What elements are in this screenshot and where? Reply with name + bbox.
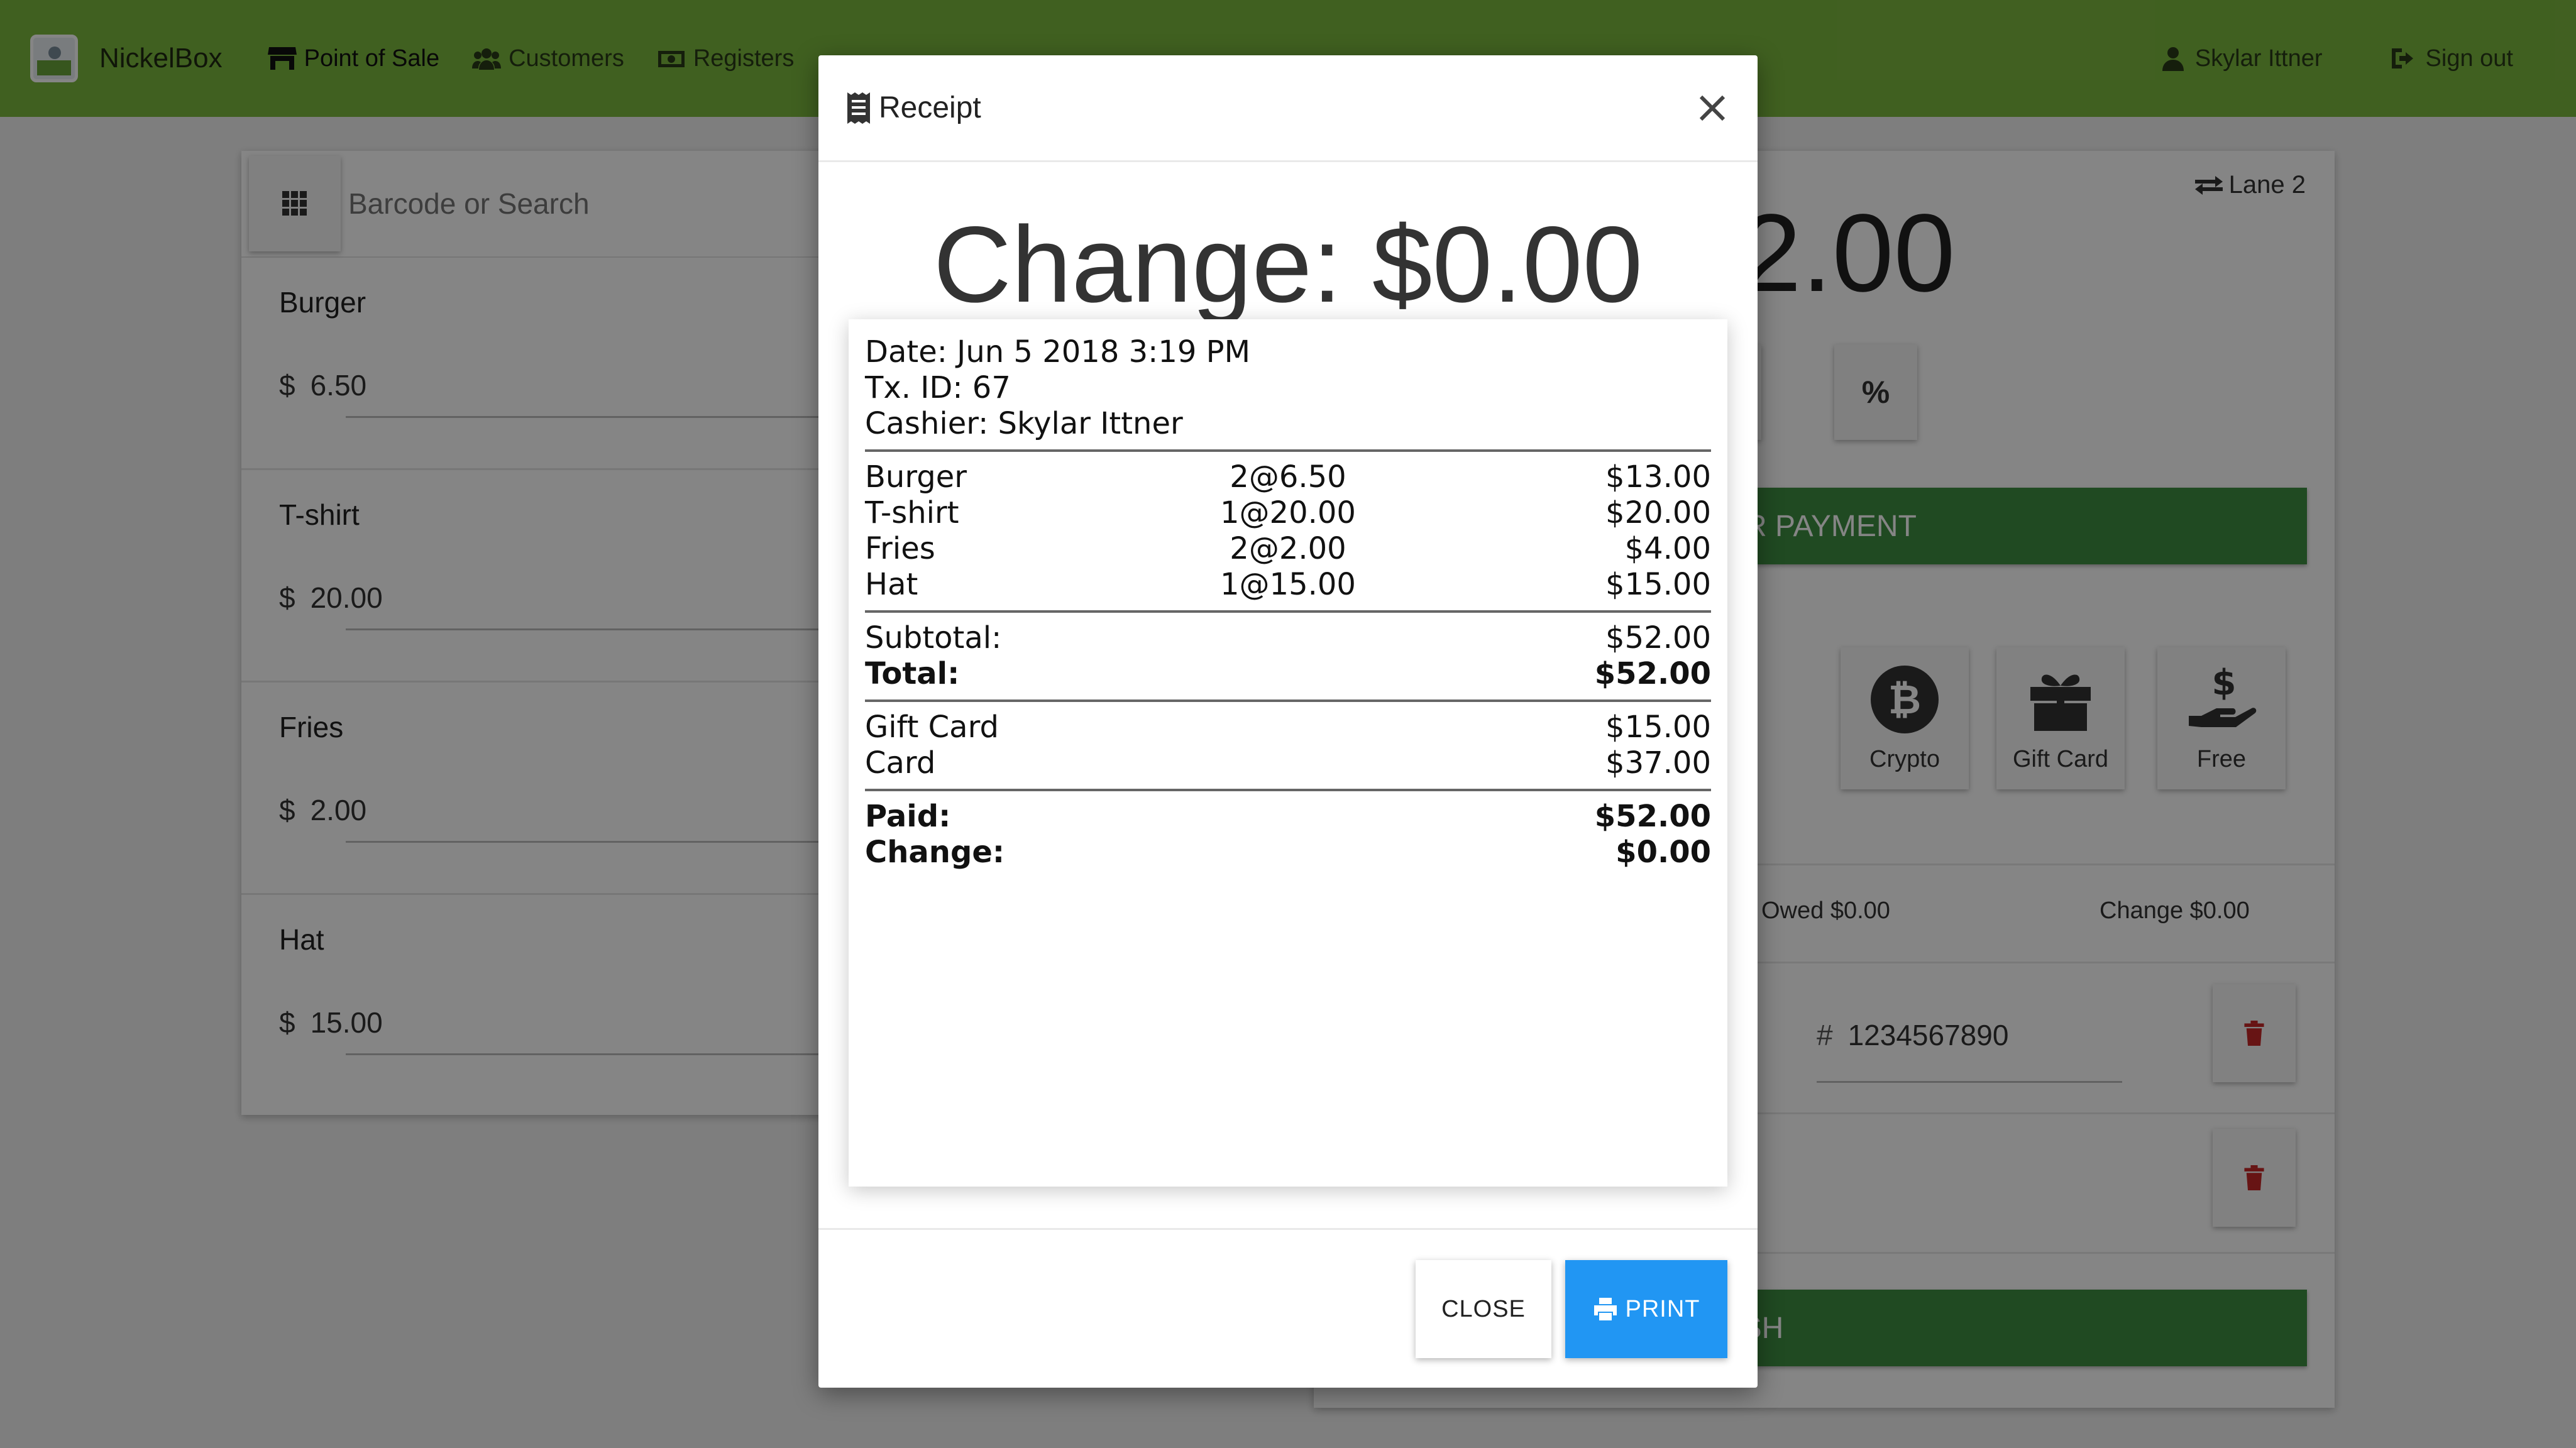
receipt-line-qty: 1@20.00 bbox=[1220, 495, 1356, 530]
receipt-line-item: Hat bbox=[865, 567, 918, 602]
receipt-modal: Receipt Change: $0.00 Date: Jun 5 2018 3… bbox=[818, 55, 1758, 1388]
receipt-line-amount: $4.00 bbox=[1624, 531, 1711, 566]
print-button[interactable]: PRINT bbox=[1565, 1260, 1727, 1358]
paid-value: $52.00 bbox=[1594, 799, 1711, 834]
payment-amount: $37.00 bbox=[1605, 745, 1711, 781]
subtotal-value: $52.00 bbox=[1605, 620, 1711, 655]
receipt-divider bbox=[865, 789, 1711, 791]
receipt-line-qty: 1@15.00 bbox=[1220, 567, 1356, 602]
modal-title-label: Receipt bbox=[879, 91, 981, 124]
modal-footer: CLOSE PRINT bbox=[818, 1228, 1758, 1388]
receipt-divider bbox=[865, 449, 1711, 452]
receipt-paid: Paid: $52.00 bbox=[865, 799, 1711, 835]
receipt-line: T-shirt 1@20.00 $20.00 bbox=[865, 495, 1711, 531]
receipt-payment: Gift Card $15.00 bbox=[865, 710, 1711, 745]
modal-title: Receipt bbox=[846, 90, 981, 125]
close-icon[interactable] bbox=[1695, 90, 1730, 126]
receipt-line-qty: 2@6.50 bbox=[1230, 459, 1346, 495]
subtotal-label: Subtotal: bbox=[865, 620, 1002, 655]
payment-amount: $15.00 bbox=[1605, 710, 1711, 745]
receipt-tx-id: Tx. ID: 67 bbox=[865, 370, 1011, 405]
total-value: $52.00 bbox=[1594, 656, 1711, 691]
receipt-icon bbox=[847, 92, 870, 124]
receipt-line-amount: $13.00 bbox=[1605, 459, 1711, 495]
receipt-line: Hat 1@15.00 $15.00 bbox=[865, 567, 1711, 603]
receipt-line-item: Burger bbox=[865, 459, 967, 495]
receipt-line: Fries 2@2.00 $4.00 bbox=[865, 531, 1711, 567]
receipt-subtotal: Subtotal: $52.00 bbox=[865, 620, 1711, 656]
receipt-total: Total: $52.00 bbox=[865, 656, 1711, 692]
receipt-line-amount: $15.00 bbox=[1605, 567, 1711, 602]
payment-method: Card bbox=[865, 745, 936, 781]
receipt-line-item: Fries bbox=[865, 531, 935, 566]
printer-icon bbox=[1593, 1298, 1617, 1320]
change-headline: Change: $0.00 bbox=[933, 204, 1643, 325]
paid-label: Paid: bbox=[865, 799, 951, 834]
change-label: Change: bbox=[865, 835, 1005, 870]
receipt-line: Burger 2@6.50 $13.00 bbox=[865, 459, 1711, 495]
receipt-date: Date: Jun 5 2018 3:19 PM bbox=[865, 334, 1251, 370]
receipt-change: Change: $0.00 bbox=[865, 835, 1711, 870]
receipt-payment: Card $37.00 bbox=[865, 745, 1711, 781]
receipt-line-item: T-shirt bbox=[865, 495, 959, 530]
payment-method: Gift Card bbox=[865, 710, 999, 745]
close-button[interactable]: CLOSE bbox=[1416, 1260, 1551, 1358]
receipt-divider bbox=[865, 610, 1711, 613]
receipt-divider bbox=[865, 699, 1711, 702]
change-value: $0.00 bbox=[1616, 835, 1711, 870]
modal-header: Receipt bbox=[818, 55, 1758, 162]
print-label: PRINT bbox=[1625, 1295, 1700, 1322]
total-label: Total: bbox=[865, 656, 960, 691]
receipt-line-qty: 2@2.00 bbox=[1230, 531, 1346, 566]
receipt-cashier: Cashier: Skylar Ittner bbox=[865, 406, 1183, 441]
receipt-line-amount: $20.00 bbox=[1605, 495, 1711, 530]
receipt-preview: Date: Jun 5 2018 3:19 PM Tx. ID: 67 Cash… bbox=[849, 319, 1727, 1187]
